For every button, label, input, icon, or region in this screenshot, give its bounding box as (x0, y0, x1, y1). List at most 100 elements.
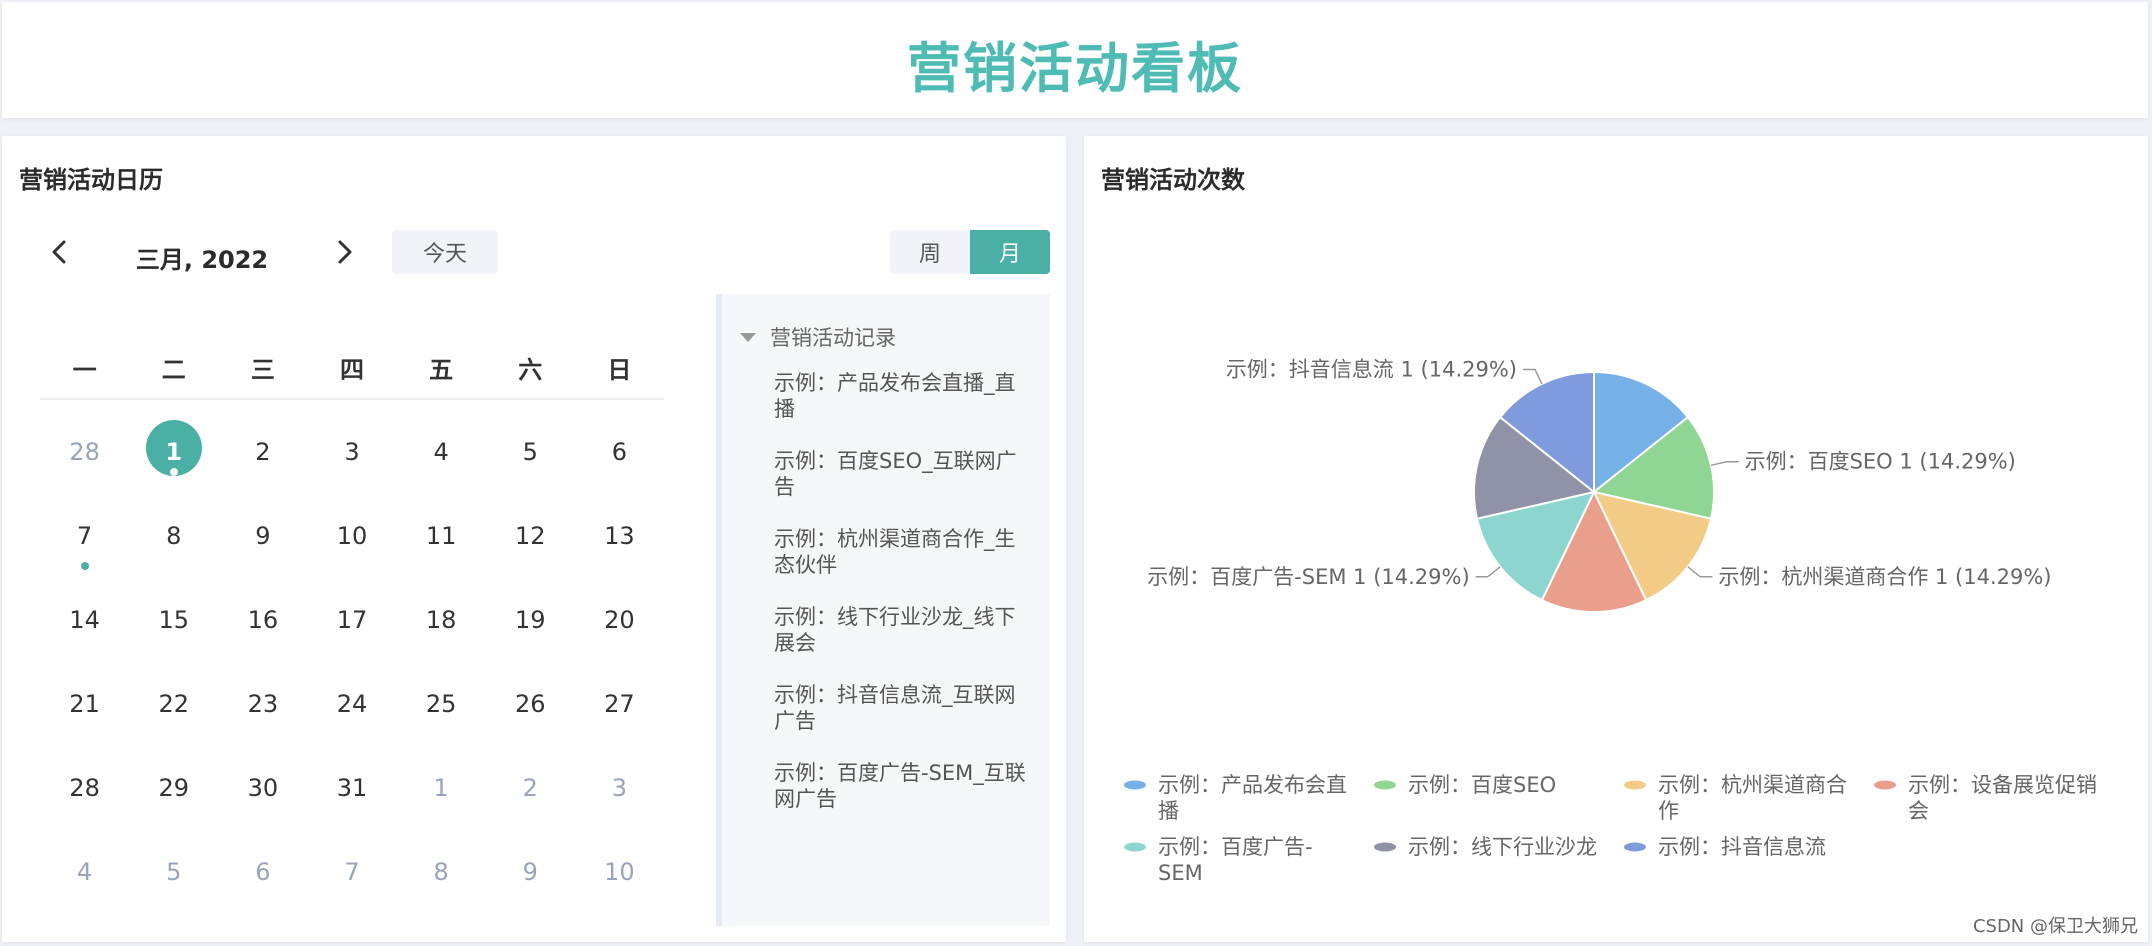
calendar-day-selected[interactable]: 1 (129, 400, 218, 484)
calendar-day[interactable]: 18 (397, 568, 486, 652)
calendar-day[interactable]: 11 (397, 484, 486, 568)
calendar-day[interactable]: 20 (575, 568, 664, 652)
activity-record-item[interactable]: 示例：杭州渠道商合作_生态伙伴 (774, 526, 1034, 578)
day-number: 10 (336, 522, 368, 550)
day-number: 19 (515, 606, 546, 634)
slice-label: 示例：杭州渠道商合作 1 (14.29%) (1718, 565, 2051, 589)
calendar-day[interactable]: 7 (40, 484, 129, 570)
calendar-day[interactable]: 8 (397, 820, 486, 904)
calendar-day[interactable]: 23 (218, 652, 307, 736)
activity-record-item[interactable]: 示例：抖音信息流_互联网广告 (774, 682, 1034, 734)
day-number: 26 (515, 690, 546, 718)
calendar-day[interactable]: 10 (575, 820, 664, 904)
calendar-day[interactable]: 2 (486, 736, 575, 820)
next-month-button[interactable] (324, 232, 364, 272)
calendar-day[interactable]: 26 (486, 652, 575, 736)
calendar-day[interactable]: 3 (575, 736, 664, 820)
slice-label: 示例：百度SEO 1 (14.29%) (1745, 450, 2016, 474)
week-view-button[interactable]: 周 (890, 230, 970, 274)
day-number: 5 (166, 858, 182, 886)
day-number: 21 (69, 690, 100, 718)
day-number: 9 (255, 522, 271, 550)
legend-item[interactable]: 示例：线下行业沙龙 (1374, 834, 1624, 886)
legend-label: 示例：百度SEO (1408, 773, 1557, 797)
day-number: 29 (158, 774, 189, 802)
legend-label: 示例：抖音信息流 (1658, 835, 1826, 859)
day-number: 2 (522, 774, 538, 802)
legend-item[interactable]: 示例：抖音信息流 (1624, 834, 1874, 886)
legend-item[interactable]: 示例：杭州渠道商合作 (1624, 772, 1874, 824)
calendar-day[interactable]: 13 (575, 484, 664, 568)
chart-panel: 示例：抖音信息流 1 (14.29%) 示例：百度SEO 1 (14.29%) 示例… (1084, 136, 2148, 942)
legend-item[interactable]: 示例：百度SEO (1374, 772, 1624, 824)
calendar-day[interactable]: 19 (486, 568, 575, 652)
day-number: 7 (76, 522, 93, 550)
activity-record-item[interactable]: 示例：百度广告-SEM_互联网广告 (774, 760, 1034, 812)
calendar-day[interactable]: 22 (129, 652, 218, 736)
day-number: 28 (69, 438, 100, 466)
calendar-day[interactable]: 30 (218, 736, 307, 820)
calendar-day[interactable]: 27 (575, 652, 664, 736)
day-number: 6 (255, 858, 271, 886)
calendar-day[interactable]: 16 (218, 568, 307, 652)
day-number: 3 (344, 438, 360, 466)
calendar-day[interactable]: 14 (40, 568, 129, 652)
chart-panel-title: 营销活动次数 (1101, 166, 1245, 194)
calendar-day[interactable]: 15 (129, 568, 218, 652)
calendar-day[interactable]: 4 (40, 820, 129, 904)
calendar-day[interactable]: 6 (218, 820, 307, 904)
caret-down-icon (740, 332, 756, 342)
weekday-header: 一二三四五六日 (40, 350, 664, 400)
calendar-day[interactable]: 12 (486, 484, 575, 568)
activity-record-item[interactable]: 示例：百度SEO_互联网广告 (774, 448, 1034, 500)
calendar-day[interactable]: 5 (129, 820, 218, 904)
day-number: 14 (69, 606, 100, 634)
view-toggle: 周 月 (890, 230, 1050, 274)
calendar-day[interactable]: 2 (218, 400, 307, 484)
calendar-day[interactable]: 3 (307, 400, 396, 484)
calendar-day[interactable]: 24 (307, 652, 396, 736)
day-number: 5 (522, 438, 538, 466)
slice-label: 示例：百度广告-SEM 1 (14.29%) (1147, 565, 1469, 589)
calendar-day[interactable]: 28 (40, 736, 129, 820)
calendar-day[interactable]: 8 (129, 484, 218, 568)
calendar-day[interactable]: 6 (575, 400, 664, 484)
records-group-toggle[interactable]: 营销活动记录 (740, 322, 896, 352)
calendar-day[interactable]: 7 (307, 820, 396, 904)
month-view-button[interactable]: 月 (970, 230, 1050, 274)
calendar-day[interactable]: 5 (486, 400, 575, 484)
day-number: 11 (425, 522, 457, 550)
calendar-panel: 营销活动日历 三月, 2022 今天 周 月 一二三四五六日 28 1 2 3 4 5 6 7… (2, 136, 1066, 942)
calendar-day[interactable]: 29 (129, 736, 218, 820)
day-number: 23 (247, 690, 279, 718)
legend-label: 示例：设备展览促销会 (1908, 773, 2097, 823)
activity-record-item[interactable]: 示例：线下行业沙龙_线下展会 (774, 604, 1034, 656)
day-number: 30 (247, 774, 279, 802)
calendar-day[interactable]: 17 (307, 568, 396, 652)
calendar-grid: 28 1 2 3 4 5 6 7 8 9 10 11 12 13 14 15 16 17 18 19 20 21 22 23 2… (40, 400, 664, 904)
calendar-day[interactable]: 4 (397, 400, 486, 484)
activity-record-item[interactable]: 示例：产品发布会直播_直播 (774, 370, 1034, 422)
calendar-day[interactable]: 21 (40, 652, 129, 736)
chevron-left-icon (52, 240, 66, 264)
calendar-day[interactable]: 9 (218, 484, 307, 568)
weekday-label: 六 (518, 356, 543, 384)
legend-item[interactable]: 示例：设备展览促销会 (1874, 772, 2124, 824)
current-month-label: 三月, 2022 (135, 246, 269, 274)
today-button[interactable]: 今天 (392, 230, 498, 274)
legend-item[interactable]: 示例：产品发布会直播 (1124, 772, 1374, 824)
day-number: 4 (433, 438, 449, 466)
day-number: 10 (604, 858, 635, 886)
calendar-day[interactable]: 28 (40, 400, 129, 484)
day-number: 24 (336, 690, 368, 718)
prev-month-button[interactable] (40, 232, 80, 272)
calendar-day[interactable]: 25 (397, 652, 486, 736)
calendar-day[interactable]: 31 (307, 736, 396, 820)
day-number: 31 (336, 774, 368, 802)
event-dot (169, 468, 178, 476)
legend-item[interactable]: 示例：百度广告-SEM (1124, 834, 1374, 886)
day-number: 25 (425, 690, 457, 718)
calendar-day[interactable]: 10 (307, 484, 396, 568)
calendar-day[interactable]: 1 (397, 736, 486, 820)
calendar-day[interactable]: 9 (486, 820, 575, 904)
